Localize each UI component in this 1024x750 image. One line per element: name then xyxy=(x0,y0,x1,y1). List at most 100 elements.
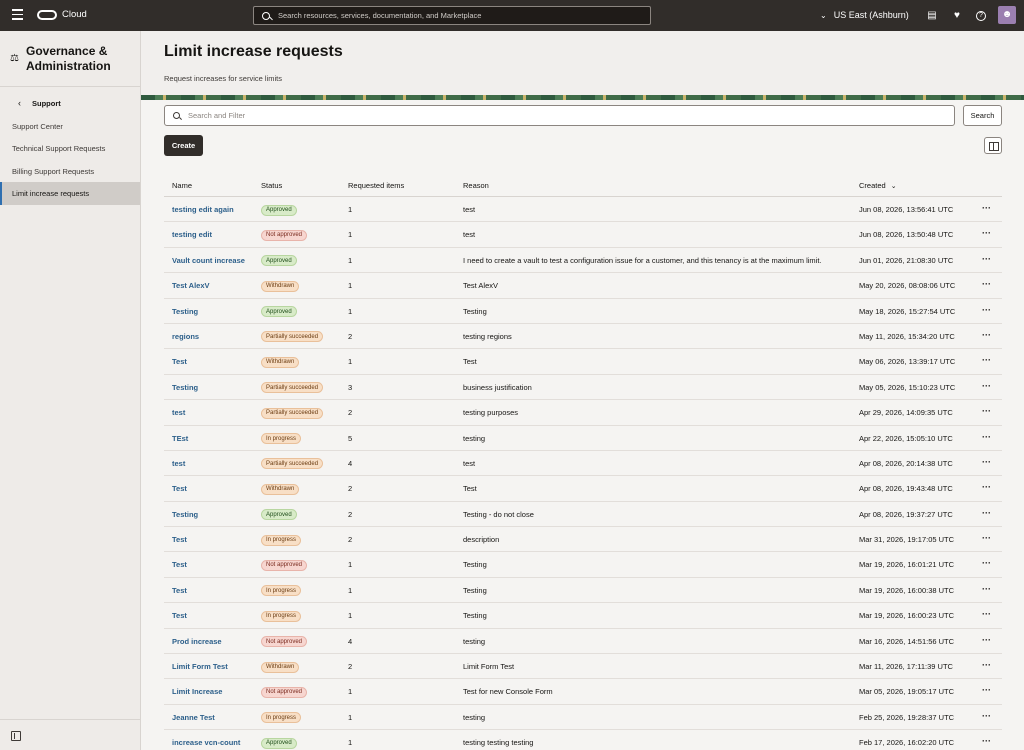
column-header-status[interactable]: Status xyxy=(261,181,282,190)
table-row: Test Withdrawn 1 Test May 06, 2026, 13:39:17… xyxy=(164,349,1002,375)
row-actions-more-icon[interactable]: ··· xyxy=(982,406,991,416)
row-actions-more-icon[interactable]: ··· xyxy=(982,609,991,619)
search-button[interactable]: Search xyxy=(963,105,1002,126)
row-actions-more-icon[interactable]: ··· xyxy=(982,432,991,442)
row-status: Not approved xyxy=(261,229,308,241)
row-name-link[interactable]: testing edit xyxy=(172,230,212,239)
row-created: Jun 01, 2026, 21:08:30 UTC xyxy=(859,255,954,265)
region-selector[interactable]: ⌄ US East (Ashburn) xyxy=(820,10,909,20)
region-label: US East (Ashburn) xyxy=(833,10,909,20)
sidebar-item-support-center[interactable]: Support Center xyxy=(0,115,140,138)
status-badge: Not approved xyxy=(261,229,308,241)
row-actions-more-icon[interactable]: ··· xyxy=(982,635,991,645)
row-name-link[interactable]: Test xyxy=(172,586,187,595)
user-avatar[interactable]: ☻ xyxy=(998,6,1016,24)
row-name-link[interactable]: Vault count increase xyxy=(172,256,245,265)
row-actions-more-icon[interactable]: ··· xyxy=(982,305,991,315)
row-name-link[interactable]: TEst xyxy=(172,434,188,443)
status-badge: In progress xyxy=(261,585,302,597)
column-header-requested-items[interactable]: Requested items xyxy=(348,181,404,190)
row-reason: test xyxy=(463,205,476,214)
column-header-name[interactable]: Name xyxy=(172,181,192,190)
row-reason: testing testing testing xyxy=(463,738,534,748)
row-name-link[interactable]: Test xyxy=(172,484,187,493)
table-row: Test In progress 1 Testing Mar 19, 2026, 16:… xyxy=(164,578,1002,604)
oracle-logo-icon[interactable] xyxy=(37,10,57,20)
row-created: Mar 05, 2026, 19:05:17 UTC xyxy=(859,687,955,697)
sidebar-item-limit-increase[interactable]: Limit increase requests xyxy=(0,182,140,205)
row-name-link[interactable]: Test AlexV xyxy=(172,281,210,290)
row-name-link[interactable]: Test xyxy=(172,560,187,569)
row-name-link[interactable]: test xyxy=(172,459,185,468)
row-actions-more-icon[interactable]: ··· xyxy=(982,228,991,238)
status-badge: Partially succeeded xyxy=(261,382,324,394)
row-actions-more-icon[interactable]: ··· xyxy=(982,660,991,670)
hamburger-menu-icon[interactable] xyxy=(12,9,24,21)
sidebar-item-billing-support[interactable]: Billing Support Requests xyxy=(0,160,140,183)
row-actions-more-icon[interactable]: ··· xyxy=(982,711,991,721)
row-name-link[interactable]: Test xyxy=(172,357,187,366)
row-name-link[interactable]: Testing xyxy=(172,307,198,316)
brand-name[interactable]: Cloud xyxy=(62,9,87,20)
row-name-link[interactable]: Prod increase xyxy=(172,637,222,646)
help-icon[interactable]: ? xyxy=(976,11,986,21)
row-requested-items: 3 xyxy=(348,382,353,392)
row-actions-more-icon[interactable]: ··· xyxy=(982,533,991,543)
row-status: Approved xyxy=(261,255,297,267)
back-chevron-icon[interactable]: ‹ xyxy=(18,98,21,108)
row-name-link[interactable]: Testing xyxy=(172,383,198,392)
row-name-link[interactable]: increase vcn-count xyxy=(172,738,240,747)
row-name-link[interactable]: Test xyxy=(172,535,187,544)
row-name-link[interactable]: Test xyxy=(172,611,187,620)
row-actions-more-icon[interactable]: ··· xyxy=(982,482,991,492)
row-actions-more-icon[interactable]: ··· xyxy=(982,279,991,289)
row-created: Apr 22, 2026, 15:05:10 UTC xyxy=(859,433,953,443)
table-header: Name Status Requested items Reason Creat… xyxy=(164,175,1002,197)
row-name-link[interactable]: test xyxy=(172,408,185,417)
row-reason: Testing - do not close xyxy=(463,509,534,519)
row-name-link[interactable]: Limit Form Test xyxy=(172,662,228,671)
search-filter-input[interactable]: Search and Filter xyxy=(164,105,955,126)
status-badge: Approved xyxy=(261,509,297,521)
sort-descending-icon[interactable]: ⌄ xyxy=(891,183,897,190)
row-actions-more-icon[interactable]: ··· xyxy=(982,584,991,594)
table-row: TEst In progress 5 testing Apr 22, 2026, 15:… xyxy=(164,426,1002,451)
notifications-bell-icon[interactable]: ♥ xyxy=(951,10,963,22)
sidebar-item-technical-support[interactable]: Technical Support Requests xyxy=(0,137,140,160)
row-requested-items: 4 xyxy=(348,636,353,646)
row-name-link[interactable]: Testing xyxy=(172,510,198,519)
row-name-link[interactable]: testing edit again xyxy=(172,205,234,214)
status-badge: Partially succeeded xyxy=(261,407,324,419)
row-actions-more-icon[interactable]: ··· xyxy=(982,457,991,467)
row-actions-more-icon[interactable]: ··· xyxy=(982,203,991,213)
create-button[interactable]: Create xyxy=(164,135,203,156)
row-actions-more-icon[interactable]: ··· xyxy=(982,381,991,391)
governance-icon: ⚖ xyxy=(10,53,19,64)
row-name-link[interactable]: Limit Increase xyxy=(172,687,222,696)
row-created: Mar 19, 2026, 16:01:21 UTC xyxy=(859,560,955,570)
row-actions-more-icon[interactable]: ··· xyxy=(982,685,991,695)
table-row: test Partially succeeded 2 testing purposes… xyxy=(164,400,1002,426)
global-search-input[interactable]: Search resources, services, documentatio… xyxy=(253,6,651,25)
row-actions-more-icon[interactable]: ··· xyxy=(982,330,991,340)
row-reason: testing regions xyxy=(463,331,512,341)
row-actions-more-icon[interactable]: ··· xyxy=(982,508,991,518)
row-name-link[interactable]: Jeanne Test xyxy=(172,713,215,722)
column-header-created[interactable]: Created ⌄ xyxy=(859,181,897,190)
status-badge: Approved xyxy=(261,204,297,216)
column-header-reason[interactable]: Reason xyxy=(463,181,489,190)
row-actions-more-icon[interactable]: ··· xyxy=(982,254,991,264)
cloud-shell-icon[interactable]: ▤ xyxy=(926,10,938,22)
row-actions-more-icon[interactable]: ··· xyxy=(982,736,991,746)
row-actions-more-icon[interactable]: ··· xyxy=(982,355,991,365)
row-name-link[interactable]: regions xyxy=(172,332,199,341)
row-actions-more-icon[interactable]: ··· xyxy=(982,558,991,568)
row-created: Mar 11, 2026, 17:11:39 UTC xyxy=(859,662,953,672)
table-row: Limit Form Test Withdrawn 2 Limit Form Test… xyxy=(164,654,1002,680)
sidebar-section-support[interactable]: Support xyxy=(32,99,61,108)
status-badge: Approved xyxy=(261,255,297,267)
collapse-sidebar-icon[interactable] xyxy=(11,731,21,741)
row-reason: description xyxy=(463,535,500,545)
status-badge: Approved xyxy=(261,737,297,749)
column-settings-icon[interactable] xyxy=(984,137,1002,154)
